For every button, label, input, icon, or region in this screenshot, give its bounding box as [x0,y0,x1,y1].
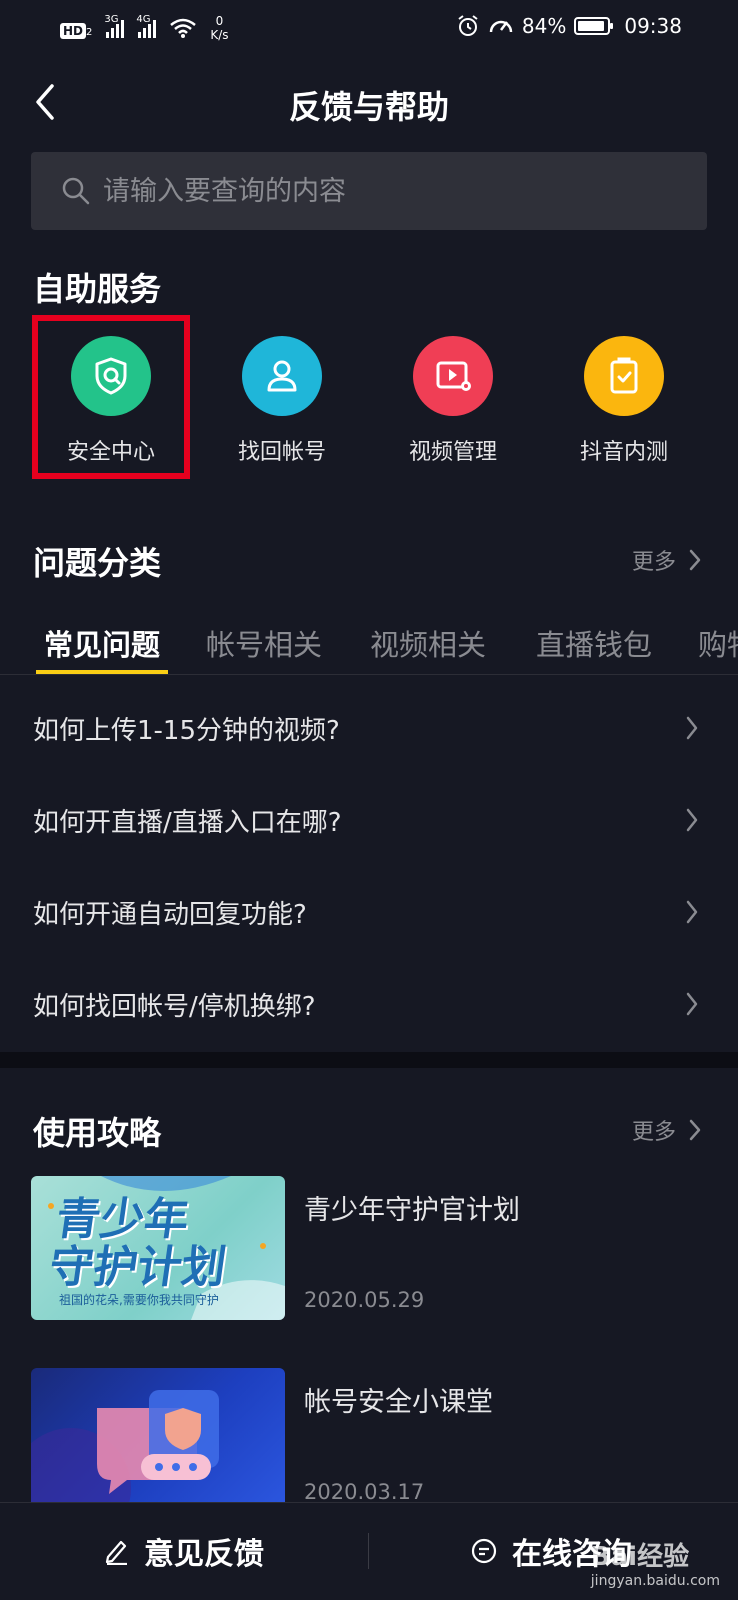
thumbnail-headline: 青少年 守护计划 [46,1194,230,1293]
signal-icon: 4G [136,14,157,38]
service-label: 视频管理 [408,440,497,465]
faq-item[interactable]: 如何开直播/直播入口在哪? [0,776,738,868]
signal-icon: 3G [104,14,125,38]
section-title-categories: 问题分类 [33,544,162,582]
service-item-video-management[interactable]: 视频管理 [378,336,528,466]
more-label: 更多 [631,1120,676,1145]
hd-badge: HD 2 [60,16,92,40]
divider [368,1533,369,1569]
status-bar: HD 2 3G 4G 0 K/s 84% 09:38 [0,0,738,56]
chevron-right-icon [689,549,701,571]
chevron-right-icon [686,900,698,924]
feedback-button[interactable]: 意见反馈 [104,1529,264,1573]
watermark: Bai经验 jingyan.baidu.com [591,1536,720,1589]
faq-item[interactable]: 如何上传1-15分钟的视频? [0,684,738,776]
guide-item[interactable]: 青少年 守护计划 祖国的花朵,需要你我共同守护 青少年守护官计划 2020.05… [0,1176,738,1326]
pencil-icon [105,1540,127,1565]
feedback-label: 意见反馈 [144,1537,264,1572]
faq-question: 如何开通自动回复功能? [33,900,307,930]
category-tabs: 常见问题 帐号相关 视频相关 直播钱包 购物 [0,612,738,674]
categories-more-link[interactable]: 更多 [632,544,702,576]
nav-bar: 反馈与帮助 [0,66,738,138]
more-label: 更多 [631,550,676,575]
search-bar[interactable] [31,152,707,230]
faq-item[interactable]: 如何找回帐号/停机换绑? [0,960,738,1052]
faq-item[interactable]: 如何开通自动回复功能? [0,868,738,960]
search-input[interactable] [103,152,683,230]
guide-item[interactable]: 帐号安全小课堂 2020.03.17 [0,1368,738,1518]
watermark-logo: Bai经验 [590,1542,690,1572]
video-settings-icon [413,336,493,416]
guide-title: 青少年守护官计划 [304,1195,520,1226]
user-icon [242,336,322,416]
service-label: 找回帐号 [237,440,326,465]
guide-thumbnail: 青少年 守护计划 祖国的花朵,需要你我共同守护 [31,1176,285,1320]
section-separator [0,1052,738,1068]
battery-icon [574,17,614,35]
chat-icon [471,1538,497,1564]
chevron-right-icon [686,808,698,832]
battery-percent: 84% [521,14,567,38]
chevron-right-icon [686,716,698,740]
thumbnail-subtitle: 祖国的花朵,需要你我共同守护 [59,1293,219,1307]
faq-question: 如何开直播/直播入口在哪? [33,808,342,838]
search-icon [62,177,90,205]
tab-account[interactable]: 帐号相关 [206,622,322,664]
service-item-beta-test[interactable]: 抖音内测 [549,336,699,466]
network-speed: 0 K/s [210,14,229,42]
faq-question: 如何上传1-15分钟的视频? [33,716,340,746]
speedometer-icon [489,20,513,33]
service-item-recover-account[interactable]: 找回帐号 [207,336,357,466]
clipboard-check-icon [584,336,664,416]
guide-date: 2020.03.17 [304,1480,425,1504]
alarm-icon [458,15,478,36]
guide-thumbnail [31,1368,285,1512]
tab-common-questions[interactable]: 常见问题 [44,622,160,664]
section-title-self-service: 自助服务 [33,270,162,308]
watermark-url: jingyan.baidu.com [590,1573,720,1589]
tab-shopping[interactable]: 购物 [698,622,738,664]
highlight-box [32,315,190,479]
chevron-right-icon [686,992,698,1016]
tab-live-wallet[interactable]: 直播钱包 [536,622,652,664]
guides-more-link[interactable]: 更多 [632,1114,702,1146]
service-label: 抖音内测 [579,440,668,465]
wifi-icon [170,18,197,38]
page-title: 反馈与帮助 [288,88,449,126]
chevron-right-icon [689,1119,701,1141]
divider [0,674,738,675]
guide-date: 2020.05.29 [304,1288,425,1312]
guide-title: 帐号安全小课堂 [304,1387,493,1418]
clock: 09:38 [624,14,682,38]
faq-question: 如何找回帐号/停机换绑? [33,992,316,1022]
tab-video[interactable]: 视频相关 [370,622,486,664]
section-title-guides: 使用攻略 [33,1114,162,1152]
